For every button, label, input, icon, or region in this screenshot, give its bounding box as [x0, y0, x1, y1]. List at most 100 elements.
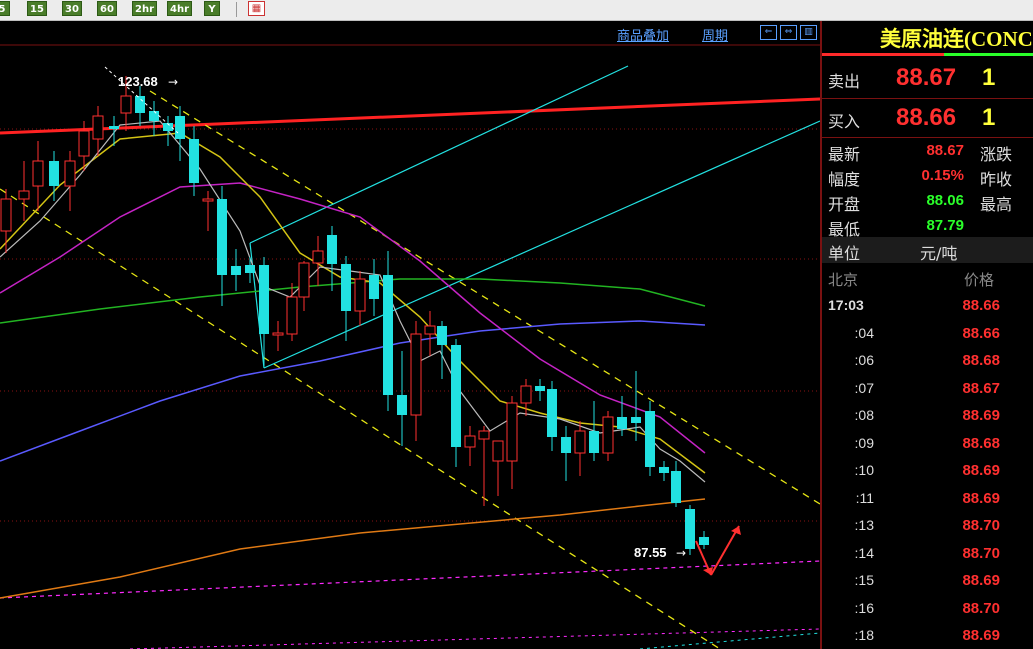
candles-group [0, 76, 709, 555]
candle-down [547, 389, 557, 437]
tick-time: :13 [854, 517, 874, 533]
magenta-support-line [0, 560, 820, 599]
scroll-left-icon[interactable]: ⇐ [760, 25, 777, 40]
sell-price[interactable]: 88.67 [896, 64, 956, 92]
tick-price: 88.69 [962, 462, 1000, 479]
tick-time: :08 [854, 407, 874, 423]
unit-row: 单位 元/吨 [822, 237, 1033, 263]
buy-qty: 1 [982, 104, 996, 131]
tick-price: 88.70 [962, 599, 1000, 617]
candle-up [520, 385, 532, 404]
title-bar-green [944, 53, 1033, 56]
candle-down [327, 235, 337, 264]
tick-price: 88.70 [962, 517, 1000, 534]
candle-down [189, 139, 199, 183]
stat-value-low: 87.79 [926, 217, 964, 234]
candle-down [245, 265, 255, 273]
candle-up [120, 95, 132, 114]
tick-price: 88.68 [962, 352, 1000, 369]
period-4hr-button[interactable]: 4hr [167, 1, 193, 16]
candle-down [231, 266, 241, 275]
candle-down [617, 417, 627, 429]
period-year-button[interactable]: Y [204, 1, 220, 16]
period-30-button[interactable]: 30 [62, 1, 82, 16]
candle-up [18, 190, 30, 200]
sell-qty: 1 [982, 64, 996, 91]
ma-line-green [0, 278, 706, 324]
stat-label-high: 最高 [980, 195, 1013, 214]
candle-up [312, 250, 324, 264]
tick-price: 88.69 [962, 489, 1000, 507]
stat-label-open: 开盘 [828, 195, 861, 214]
tick-price: 88.70 [962, 544, 1000, 562]
candle-down [397, 395, 407, 415]
tick-time: :07 [854, 379, 874, 396]
calendar-icon[interactable]: ▦ [248, 1, 265, 16]
overlay-commodity-link[interactable]: 商品叠加 [617, 25, 669, 44]
cyan-channel-top [249, 65, 629, 244]
cyan-lower-dotted [639, 632, 820, 649]
stat-label-latest: 最新 [828, 145, 861, 164]
tick-time: :11 [855, 489, 874, 506]
period-60-button[interactable]: 60 [97, 1, 117, 16]
ma-line-gray [0, 120, 706, 483]
sell-buy-divider [822, 98, 1033, 99]
buy-label: 买入 [828, 112, 861, 131]
panel-toggle-icon[interactable]: ▥ [800, 25, 817, 40]
candle-up [602, 416, 614, 454]
candle-up [492, 440, 504, 462]
candlestick-chart[interactable]: 123.68 → 87.55 → 商品叠加 周期 ⇐ ⇔ ▥ [0, 21, 820, 649]
candle-down [535, 386, 545, 391]
quote-panel: 美原油连(CONC 卖出 88.67 1 买入 88.66 1 最新 88.67… [822, 21, 1033, 649]
tick-price: 88.66 [962, 324, 1000, 342]
candle-up [32, 160, 44, 187]
candle-down [135, 96, 145, 113]
candle-up [286, 296, 298, 335]
candle-down [369, 275, 379, 299]
candle-up [272, 332, 284, 336]
period-2hr-button[interactable]: 2hr [132, 1, 158, 16]
period-15-button[interactable]: 15 [27, 1, 47, 16]
tick-time: :18 [854, 627, 874, 643]
period-toolbar: 5 15 30 60 2hr 4hr Y ▦ [0, 0, 1033, 21]
period-5-button[interactable]: 5 [0, 1, 10, 16]
candle-down [451, 345, 461, 447]
candle-down [437, 326, 447, 345]
stat-value-open: 88.06 [926, 192, 964, 209]
high-arrow-icon: → [168, 75, 178, 89]
stat-value-range: 0.15% [921, 167, 964, 184]
tick-price: 88.66 [962, 297, 1000, 314]
candle-up [506, 402, 518, 462]
candle-up [92, 115, 104, 140]
up-arrow-head [731, 526, 741, 535]
tick-time: 17:03 [828, 297, 864, 313]
chart-canvas: 123.68 → 87.55 → [0, 44, 820, 649]
candle-up [478, 430, 490, 440]
tick-time: :06 [854, 352, 874, 368]
buy-price[interactable]: 88.66 [896, 104, 956, 132]
ma-line-orange [0, 498, 706, 599]
period-link[interactable]: 周期 [702, 25, 728, 44]
low-price-label: 87.55 [634, 545, 667, 560]
tick-time: :16 [854, 599, 874, 616]
candle-down [383, 275, 393, 395]
stat-label-prev-close: 昨收 [980, 170, 1013, 189]
tick-price: 88.67 [962, 379, 1000, 397]
tick-time: :09 [854, 434, 874, 451]
candle-down [645, 411, 655, 467]
candle-up [574, 430, 586, 454]
candle-down [659, 467, 669, 473]
sell-label: 卖出 [828, 72, 861, 91]
candle-up [464, 435, 476, 448]
candle-up [78, 130, 90, 157]
ticks-price-header: 价格 [964, 271, 995, 289]
tick-time: :10 [854, 462, 874, 478]
candle-up [410, 333, 422, 416]
contract-title: 美原油连(CONC [880, 27, 1033, 51]
channel-upper-line [149, 90, 820, 505]
stat-label-change: 涨跌 [980, 145, 1013, 164]
high-price-label: 123.68 [118, 74, 158, 89]
buy-stats-divider [822, 137, 1033, 138]
candle-down [561, 437, 571, 453]
scroll-both-icon[interactable]: ⇔ [780, 25, 797, 40]
